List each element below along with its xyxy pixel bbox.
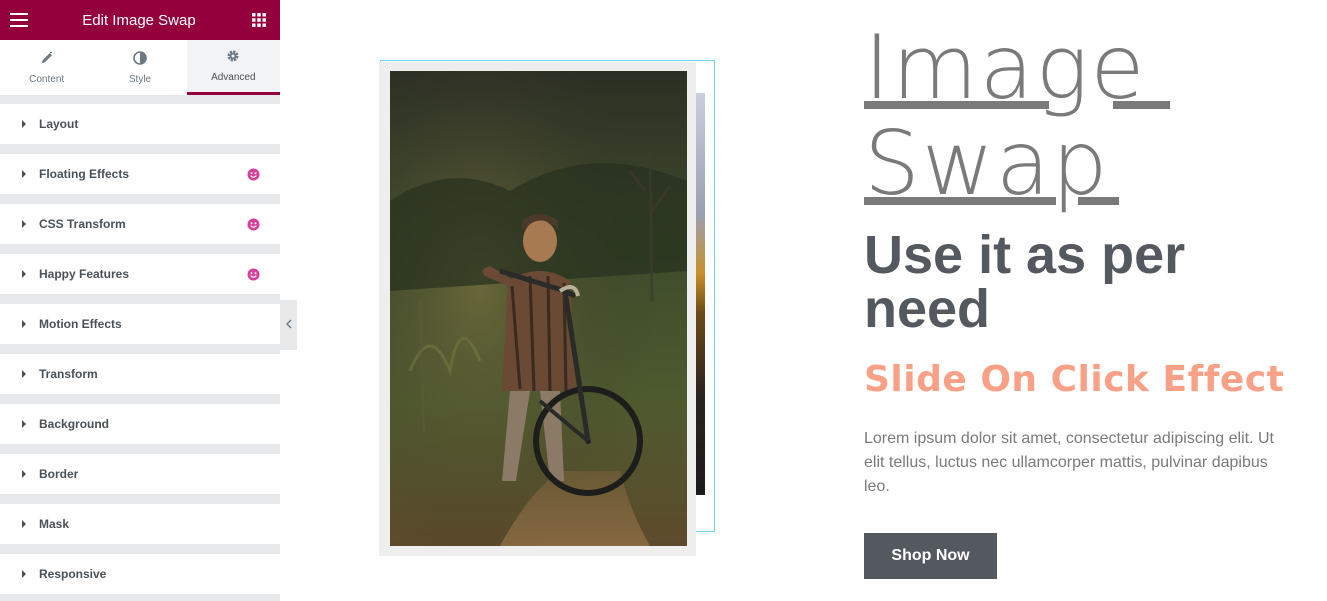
shop-now-button[interactable]: Shop Now — [864, 533, 997, 579]
section-label: CSS Transform — [39, 217, 126, 231]
caret-right-icon — [22, 320, 26, 328]
panel-header: Edit Image Swap — [0, 0, 280, 40]
effect-title: Slide On Click Effect — [864, 359, 1285, 400]
grid-icon[interactable] — [250, 11, 268, 29]
section-mask[interactable]: Mask — [0, 504, 280, 544]
panel-collapse-toggle[interactable] — [280, 300, 297, 350]
section-border[interactable]: Border — [0, 454, 280, 494]
caret-right-icon — [22, 120, 26, 128]
section-floating-effects[interactable]: Floating Effects — [0, 154, 280, 194]
tab-advanced-label: Advanced — [211, 72, 256, 83]
image-swap-heading: Image Swap — [864, 20, 1147, 212]
section-transform[interactable]: Transform — [0, 354, 280, 394]
happy-addons-icon — [247, 218, 260, 231]
caret-right-icon — [22, 170, 26, 178]
section-label: Layout — [39, 117, 79, 131]
caret-right-icon — [22, 220, 26, 228]
hamburger-icon[interactable] — [10, 11, 28, 29]
tab-content-label: Content — [29, 73, 65, 85]
subheading: Use it as per need — [864, 225, 1186, 339]
section-label: Motion Effects — [39, 317, 122, 331]
underline-segment — [1113, 101, 1170, 109]
happy-addons-icon — [247, 268, 260, 281]
section-label: Responsive — [39, 567, 107, 581]
section-responsive[interactable]: Responsive — [0, 554, 280, 594]
pencil-icon — [40, 51, 54, 70]
tab-content[interactable]: Content — [0, 40, 93, 95]
section-list: Layout Floating Effects CSS Transform Ha… — [0, 95, 280, 594]
section-background[interactable]: Background — [0, 404, 280, 444]
section-label: Background — [39, 417, 110, 431]
caret-right-icon — [22, 420, 26, 428]
image-swap-front-card[interactable] — [379, 62, 696, 556]
tab-advanced[interactable]: Advanced — [186, 40, 280, 95]
section-motion-effects[interactable]: Motion Effects — [0, 304, 280, 344]
happy-addons-icon — [247, 168, 260, 181]
tab-style-label: Style — [128, 73, 152, 85]
section-label: Border — [39, 467, 79, 481]
underline-segment — [864, 197, 1056, 205]
preview-canvas: Image Swap Use it as per need Slide On C… — [297, 0, 1327, 601]
underline-segment — [1078, 197, 1119, 205]
caret-right-icon — [22, 570, 26, 578]
caret-right-icon — [22, 470, 26, 478]
half-circle-icon — [133, 50, 147, 70]
tab-style[interactable]: Style — [93, 40, 186, 95]
section-label: Floating Effects — [39, 167, 130, 181]
section-label: Transform — [39, 367, 98, 381]
caret-right-icon — [22, 270, 26, 278]
section-label: Mask — [39, 517, 70, 531]
caret-right-icon — [22, 370, 26, 378]
body-paragraph: Lorem ipsum dolor sit amet, consectetur … — [864, 430, 1274, 495]
section-label: Happy Features — [39, 267, 130, 281]
section-happy-features[interactable]: Happy Features — [0, 254, 280, 294]
panel-title: Edit Image Swap — [82, 11, 196, 29]
gear-icon — [226, 49, 240, 68]
underline-segment — [864, 101, 1049, 109]
boy-with-bicycle-photo — [390, 71, 687, 546]
chevron-left-icon — [285, 316, 292, 334]
caret-right-icon — [22, 520, 26, 528]
editor-panel: Edit Image Swap Content Style Advanced L… — [0, 0, 280, 601]
panel-tabs: Content Style Advanced — [0, 40, 280, 95]
section-layout[interactable]: Layout — [0, 104, 280, 144]
section-css-transform[interactable]: CSS Transform — [0, 204, 280, 244]
